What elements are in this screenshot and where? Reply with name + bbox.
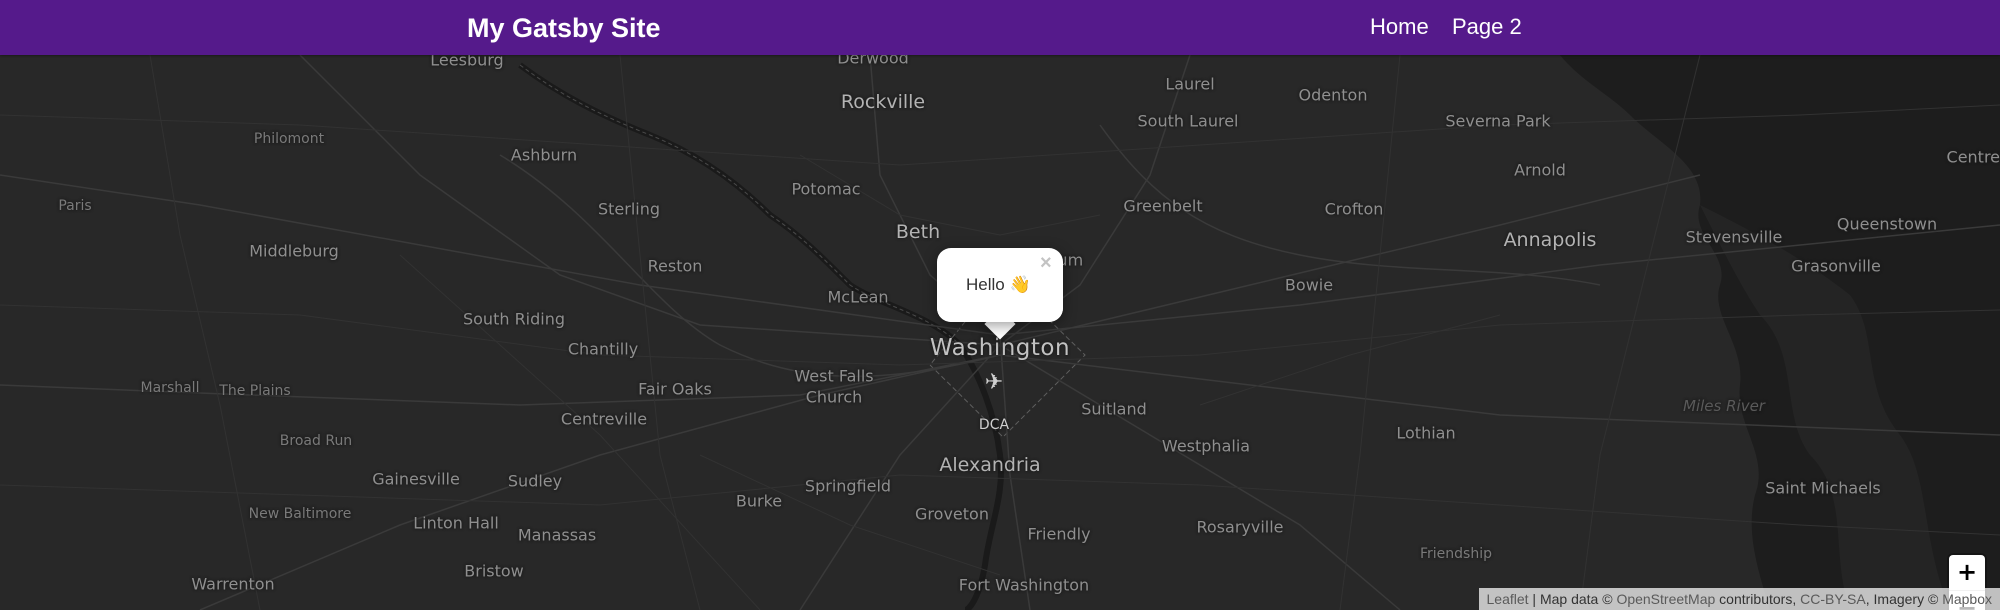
site-header: My Gatsby Site Home Page 2 [0,0,2000,55]
popup-body-cover [937,305,1063,322]
map-attribution: Leaflet | Map data © OpenStreetMap contr… [1478,588,2000,610]
cc-by-sa-link[interactable]: CC-BY-SA [1800,591,1866,607]
site-title-link[interactable]: My Gatsby Site [467,12,661,44]
mapbox-link[interactable]: Mapbox [1942,591,1992,607]
map[interactable]: Leesburg Derwood Rockville Laurel Odento… [0,55,2000,610]
nav-page-2-link[interactable]: Page 2 [1452,14,1522,40]
airplane-icon: ✈ [984,369,1004,394]
attribution-text-1: | Map data © [1528,591,1617,607]
openstreetmap-link[interactable]: OpenStreetMap [1616,591,1715,607]
nav-home-link[interactable]: Home [1370,14,1429,40]
attribution-text-2: contributors, [1715,591,1801,607]
zoom-in-button[interactable]: + [1949,555,1985,591]
popup-text: Hello 👋 [966,275,1031,294]
attribution-text-3: , Imagery © [1865,591,1943,607]
leaflet-link[interactable]: Leaflet [1487,591,1529,607]
popup-close-button[interactable]: × [1040,252,1052,275]
